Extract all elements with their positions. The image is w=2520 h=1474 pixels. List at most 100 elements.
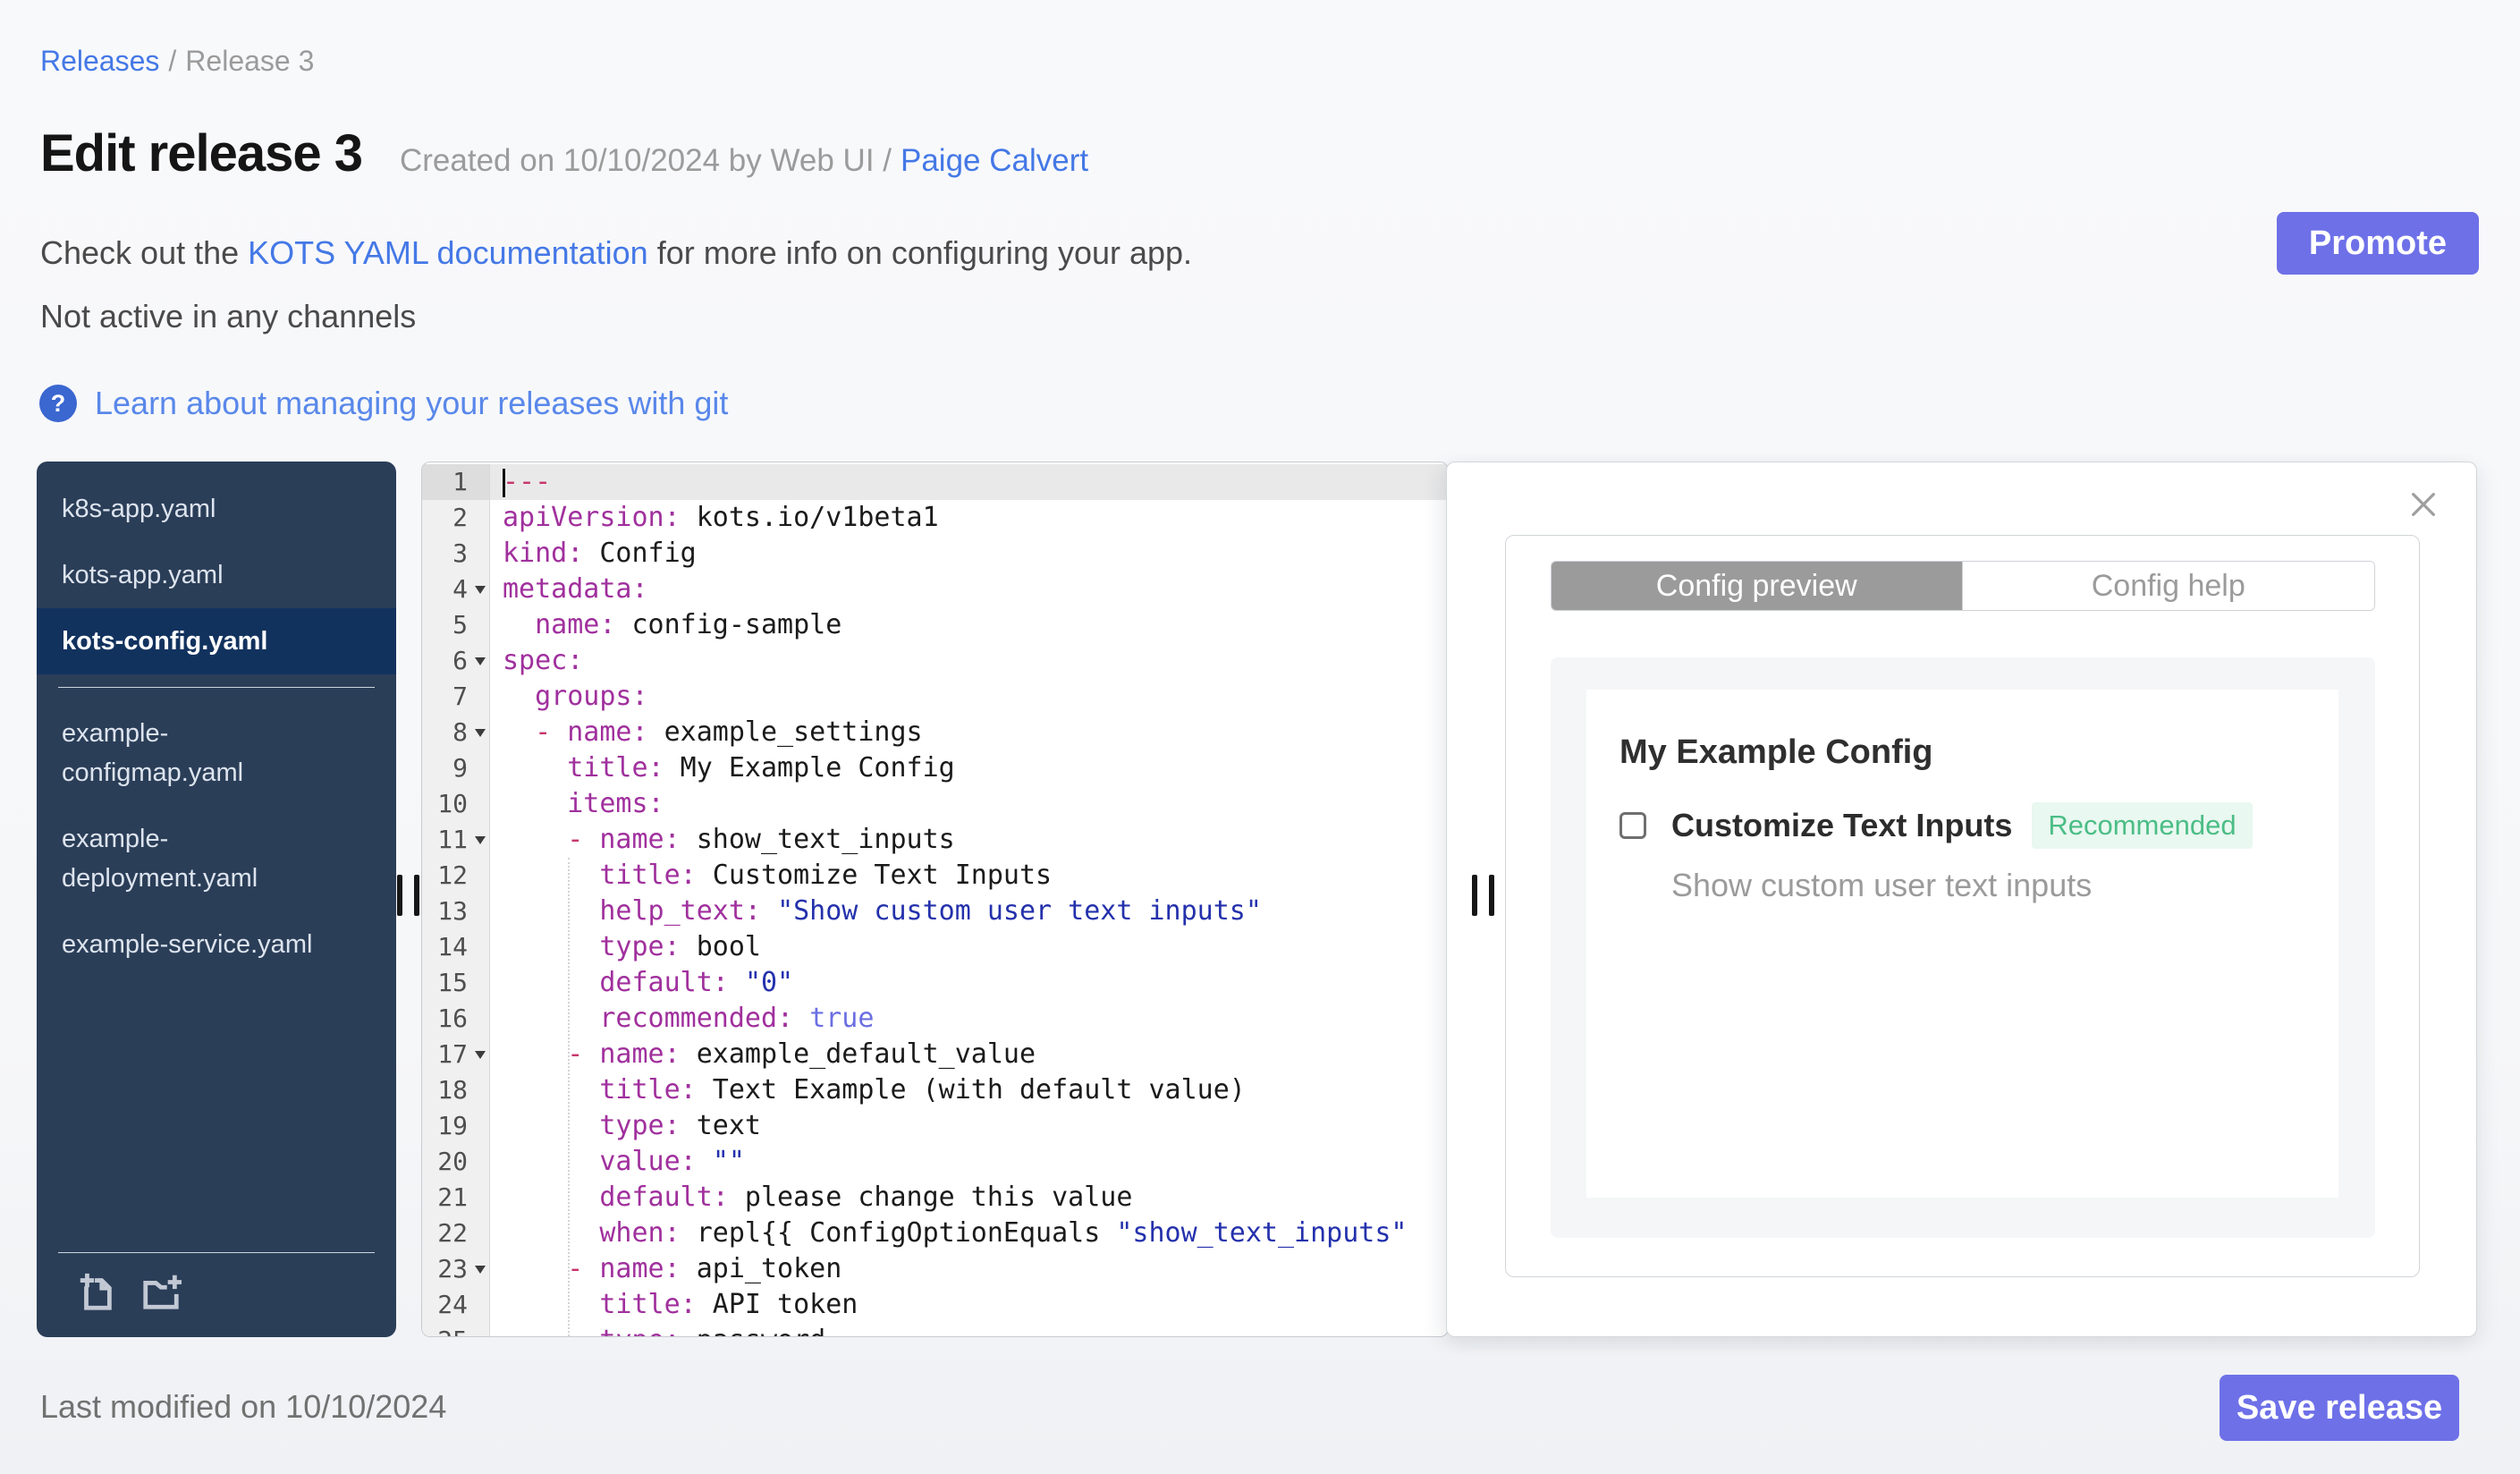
code-line: 9 title: My Example Config: [422, 750, 1448, 786]
code-segment: default:: [599, 967, 729, 998]
config-item-label: Customize Text Inputs: [1671, 807, 2013, 843]
code-text: title: My Example Config: [490, 750, 1448, 786]
code-line: 11 - name: show_text_inputs: [422, 822, 1448, 858]
yaml-code-editor[interactable]: 1 --- 2 apiVersion: kots.io/v1beta1 3 kind: C…: [421, 462, 1449, 1337]
file-item[interactable]: kots-app.yaml: [37, 542, 396, 608]
title-row: Edit release 3 Created on 10/10/2024 by …: [40, 123, 1088, 183]
code-text: type: text: [490, 1108, 1448, 1144]
code-segment: kind:: [503, 538, 584, 569]
code-segment: example_default_value: [680, 1038, 1036, 1070]
code-line: 16 recommended: true: [422, 1001, 1448, 1037]
code-segment: metadata:: [503, 573, 648, 605]
code-text: items:: [490, 786, 1448, 822]
editor-resize-handle[interactable]: [1472, 875, 1494, 916]
file-list-divider: [58, 687, 375, 688]
git-releases-link[interactable]: Learn about managing your releases with …: [95, 385, 728, 422]
code-segment: default:: [599, 1182, 729, 1213]
author-link[interactable]: Paige Calvert: [901, 143, 1088, 178]
line-number: 4: [422, 572, 490, 607]
line-number: 25: [422, 1323, 490, 1336]
code-segment: "show_text_inputs": [1116, 1217, 1408, 1249]
code-line: 8 - name: example_settings: [422, 715, 1448, 750]
line-number: 16: [422, 1001, 490, 1037]
code-line: 3 kind: Config: [422, 536, 1448, 572]
sidebar-resize-handle[interactable]: [397, 875, 419, 916]
fold-arrow-icon[interactable]: [475, 586, 486, 594]
code-line: 6 spec:: [422, 643, 1448, 679]
code-segment: spec:: [503, 645, 584, 676]
line-number: 9: [422, 750, 490, 786]
promote-button[interactable]: Promote: [2277, 212, 2479, 275]
line-number: 15: [422, 965, 490, 1001]
last-modified-text: Last modified on 10/10/2024: [40, 1388, 447, 1425]
code-segment: please change this value: [728, 1182, 1133, 1213]
customize-text-inputs-checkbox[interactable]: [1619, 812, 1646, 839]
line-number: 8: [422, 715, 490, 750]
line-number: 20: [422, 1144, 490, 1180]
fold-arrow-icon[interactable]: [475, 1051, 486, 1059]
new-folder-icon[interactable]: [140, 1271, 182, 1312]
code-text: kind: Config: [490, 536, 1448, 572]
kots-yaml-doc-link[interactable]: KOTS YAML documentation: [248, 234, 648, 271]
code-line: 17 - name: example_default_value: [422, 1037, 1448, 1072]
line-number: 11: [422, 822, 490, 858]
code-segment: Customize Text Inputs: [696, 860, 1053, 891]
code-line: 12 title: Customize Text Inputs: [422, 858, 1448, 894]
tab-config-help[interactable]: Config help: [1962, 562, 2374, 610]
resize-bar: [414, 875, 419, 916]
file-list: k8s-app.yaml kots-app.yaml kots-config.yam…: [37, 462, 396, 978]
code-line: 23 - name: api_token: [422, 1251, 1448, 1287]
line-number: 13: [422, 894, 490, 929]
file-item[interactable]: example- configmap.yaml: [37, 700, 396, 806]
code-segment: "Show custom user text inputs": [777, 895, 1262, 927]
line-number: 18: [422, 1072, 490, 1108]
breadcrumb-current: Release 3: [185, 45, 315, 77]
save-release-button[interactable]: Save release: [2220, 1375, 2459, 1441]
file-item[interactable]: kots-config.yaml: [37, 608, 396, 674]
code-segment: name:: [599, 1038, 681, 1070]
code-segment: help_text:: [599, 895, 761, 927]
code-segment: repl{{ ConfigOptionEquals: [680, 1217, 1117, 1249]
close-icon[interactable]: [2408, 489, 2439, 520]
file-item[interactable]: example- deployment.yaml: [37, 806, 396, 911]
code-line: 18 title: Text Example (with default val…: [422, 1072, 1448, 1108]
code-text: metadata:: [490, 572, 1448, 607]
fold-arrow-icon[interactable]: [475, 729, 486, 737]
line-number: 21: [422, 1180, 490, 1216]
breadcrumb-releases-link[interactable]: Releases: [40, 45, 159, 77]
line-number: 22: [422, 1216, 490, 1251]
code-segment: kots.io/v1beta1: [680, 502, 939, 533]
new-file-icon[interactable]: [76, 1271, 117, 1312]
file-item[interactable]: example-service.yaml: [37, 911, 396, 978]
code-line: 4 metadata:: [422, 572, 1448, 607]
breadcrumb-separator: /: [168, 45, 177, 77]
file-item[interactable]: k8s-app.yaml: [37, 476, 396, 542]
tab-config-preview[interactable]: Config preview: [1551, 562, 1962, 610]
code-segment: ---: [503, 466, 552, 497]
code-segment: api_token: [680, 1253, 842, 1284]
fold-arrow-icon[interactable]: [475, 1266, 486, 1274]
code-text: name: config-sample: [490, 607, 1448, 643]
code-line: 19 type: text: [422, 1108, 1448, 1144]
fold-arrow-icon[interactable]: [475, 836, 486, 844]
line-number: 19: [422, 1108, 490, 1144]
code-segment: title:: [567, 752, 664, 784]
code-segment: -: [567, 1253, 600, 1284]
fold-arrow-icon[interactable]: [475, 657, 486, 665]
code-segment: value:: [599, 1146, 697, 1177]
code-lines: 1 --- 2 apiVersion: kots.io/v1beta1 3 kind: C…: [422, 464, 1448, 1336]
line-number: 17: [422, 1037, 490, 1072]
code-segment: type:: [599, 931, 681, 962]
line-number: 5: [422, 607, 490, 643]
code-segment: Text Example (with default value): [696, 1074, 1246, 1106]
code-line: 20 value: "": [422, 1144, 1448, 1180]
code-line: 5 name: config-sample: [422, 607, 1448, 643]
config-item-row: Customize Text Inputs Recommended: [1619, 802, 2338, 849]
line-number: 3: [422, 536, 490, 572]
